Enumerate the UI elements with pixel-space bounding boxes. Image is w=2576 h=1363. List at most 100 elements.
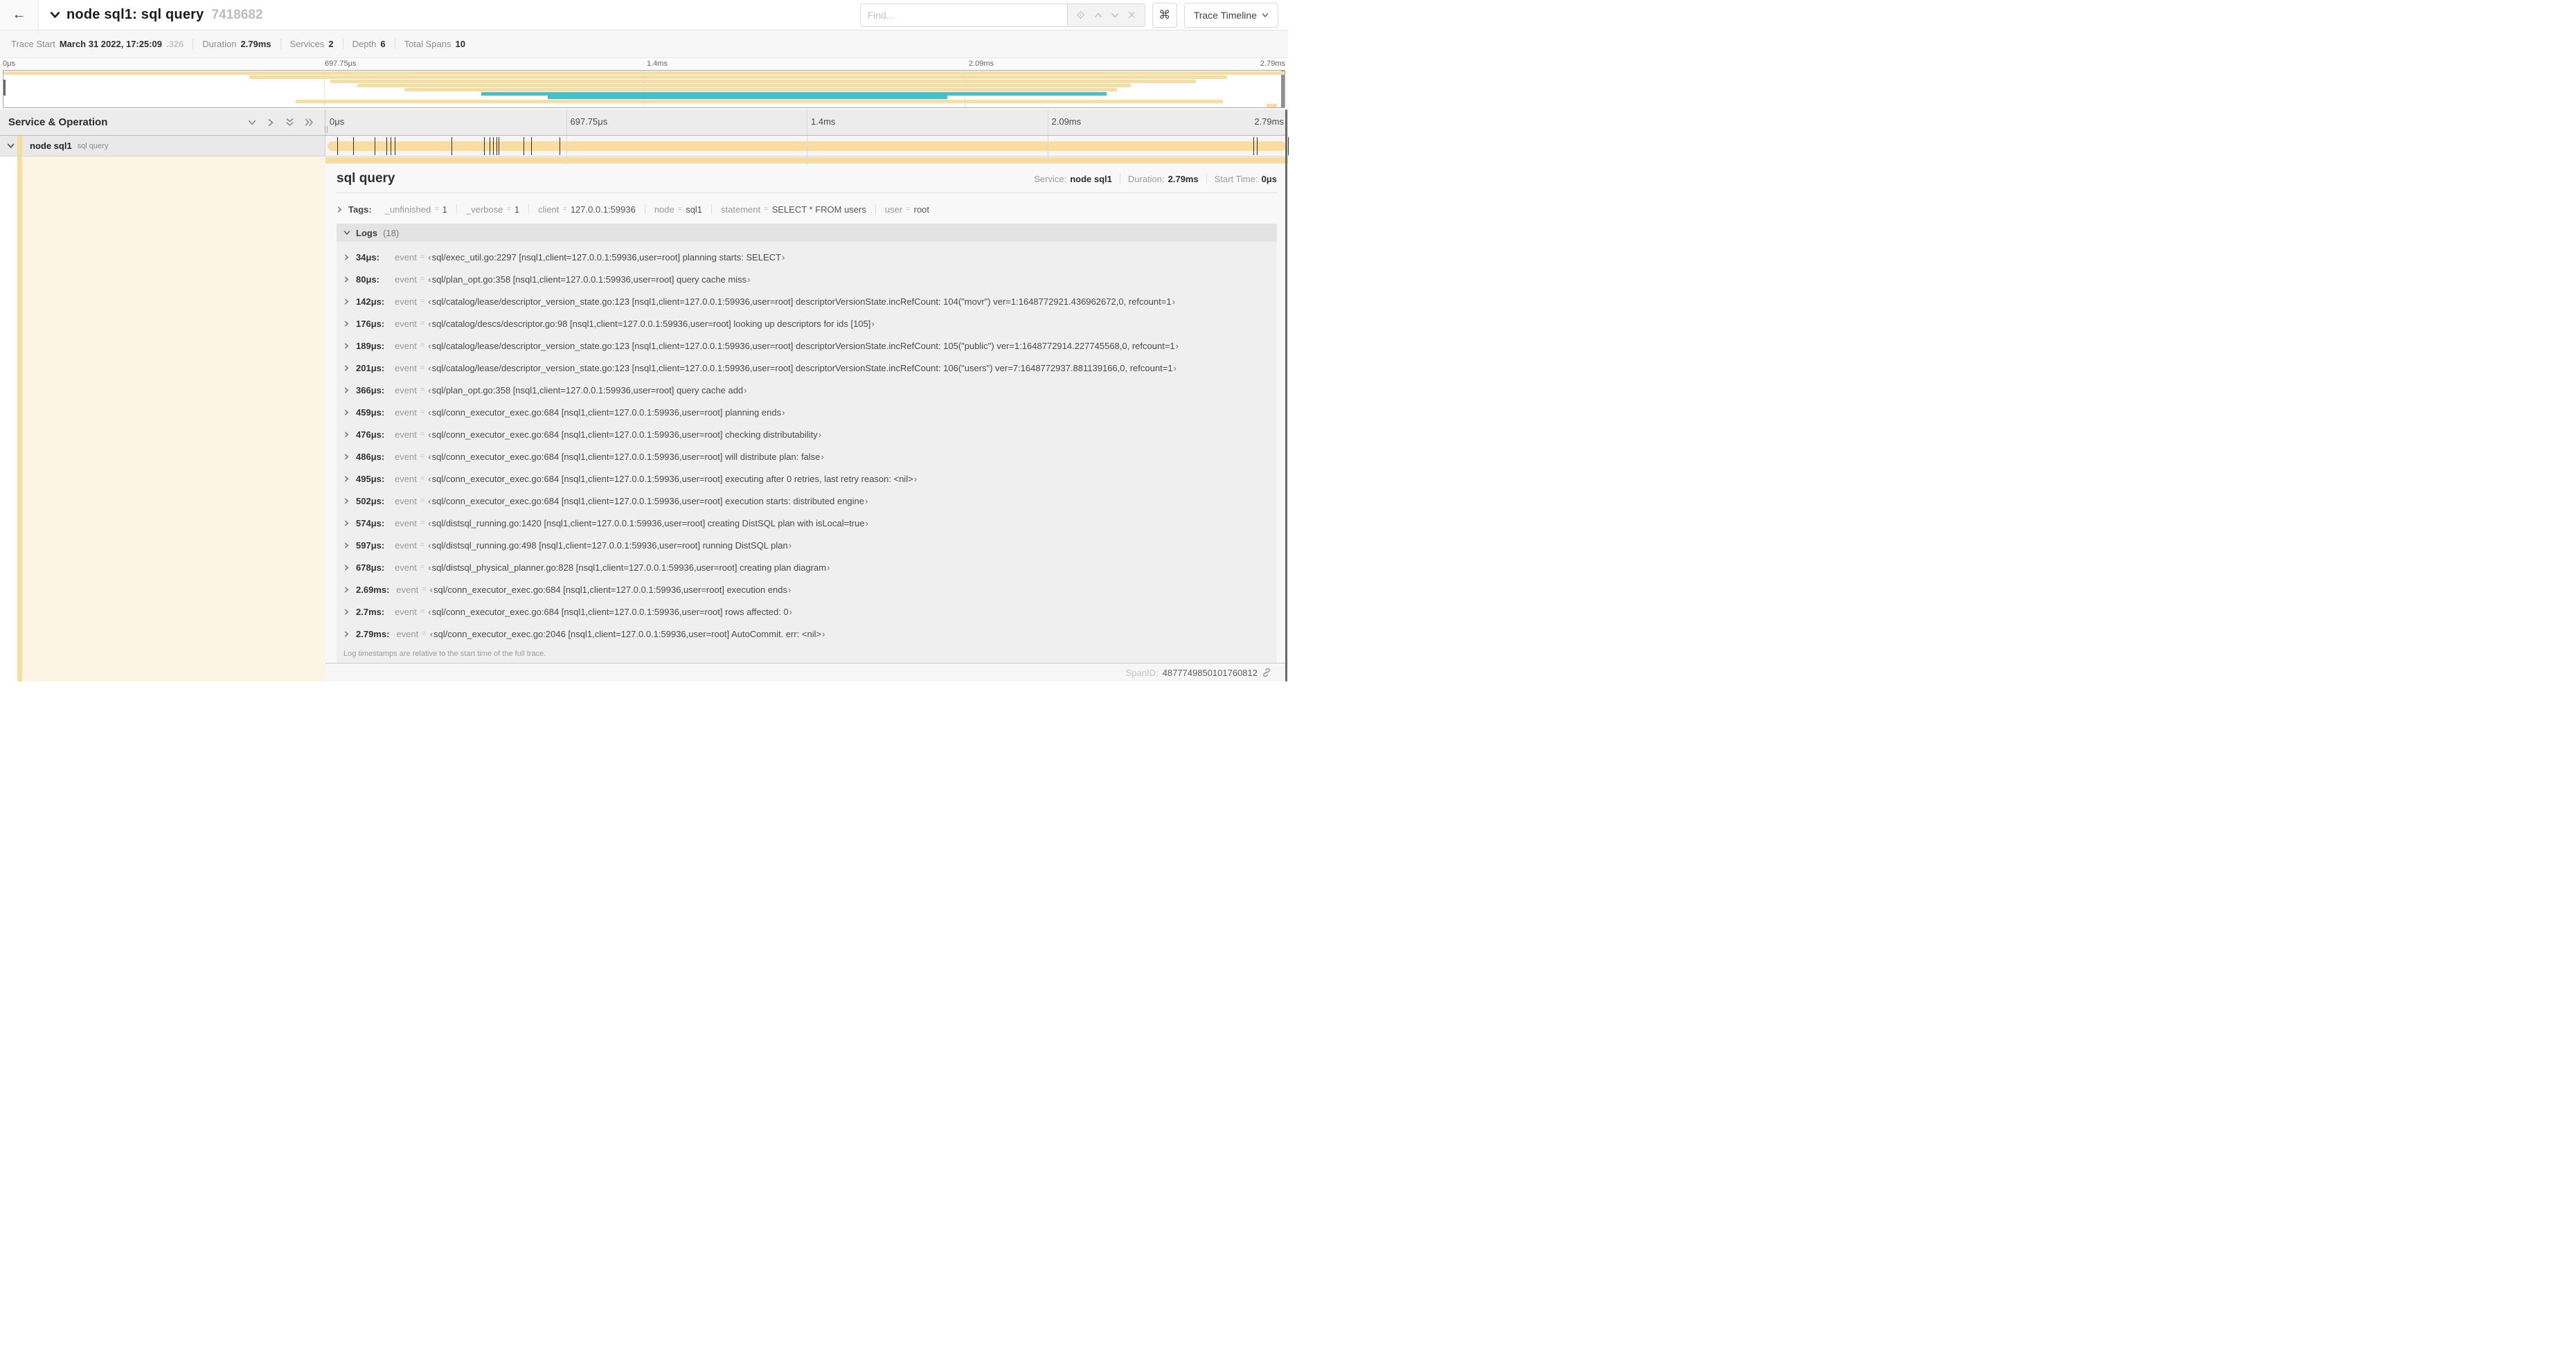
chevron-right-icon[interactable]: [343, 631, 350, 637]
logs-accordion-header[interactable]: Logs (18): [337, 224, 1277, 242]
log-row[interactable]: 189μs: event=sql/catalog/lease/descriptor…: [337, 335, 1277, 357]
double-chevron-down-icon[interactable]: [285, 118, 294, 127]
chevron-up-icon[interactable]: [1094, 11, 1102, 19]
equals-sign: =: [420, 253, 425, 261]
service-operation-label: Service & Operation: [8, 116, 108, 128]
chevron-right-icon[interactable]: [343, 587, 350, 593]
chevron-right-icon[interactable]: [343, 431, 350, 438]
log-row[interactable]: 201μs: event=sql/catalog/lease/descriptor…: [337, 357, 1277, 379]
tag-item[interactable]: node = sql1: [644, 204, 711, 215]
logs-list: 34μs:event=sql/exec_util.go:2297 [nsql1,…: [337, 242, 1277, 663]
timeline-minimap[interactable]: 0μs 697.75μs 1.4ms 2.09ms 2.79ms: [0, 58, 1288, 109]
equals-sign: =: [562, 205, 567, 213]
chevron-right-icon[interactable]: [343, 321, 350, 327]
equals-sign: =: [420, 364, 425, 372]
chevron-right-icon[interactable]: [343, 276, 350, 283]
log-timestamp: 459μs:: [356, 407, 385, 418]
chevron-right-icon[interactable]: [343, 476, 350, 482]
tag-item[interactable]: _verbose = 1: [456, 204, 528, 215]
span-row-name-cell[interactable]: node sql1 sql query: [0, 136, 325, 156]
log-row[interactable]: 34μs: event=sql/exec_util.go:2297 [nsql1,…: [337, 246, 1277, 268]
chevron-right-icon[interactable]: [267, 118, 275, 127]
log-timestamp: 495μs:: [356, 473, 385, 484]
log-row[interactable]: 142μs: event=sql/catalog/lease/descriptor…: [337, 290, 1277, 312]
log-row[interactable]: 366μs: event=sql/plan_opt.go:358 [nsql1,c…: [337, 379, 1277, 401]
log-row[interactable]: 80μs: event=sql/plan_opt.go:358 [nsql1,cl…: [337, 268, 1277, 290]
timeline-gridline: [566, 136, 567, 156]
chevron-right-icon[interactable]: [343, 387, 350, 393]
log-row[interactable]: 495μs: event=sql/conn_executor_exec.go:68…: [337, 467, 1277, 490]
chevron-down-icon[interactable]: [248, 118, 256, 127]
back-button[interactable]: ←: [0, 0, 39, 30]
log-field-name: event: [395, 407, 417, 418]
log-row[interactable]: 678μs: event=sql/distsql_physical_planner…: [337, 556, 1277, 578]
minimap-right-drag-handle[interactable]: [1281, 71, 1285, 107]
log-field-value: sql/catalog/lease/descriptor_version_sta…: [428, 363, 1177, 373]
equals-sign: =: [420, 607, 425, 616]
equals-sign: =: [422, 585, 427, 594]
minimap-span-bar: [295, 100, 1224, 104]
find-input[interactable]: [859, 3, 1068, 27]
axis-tick-label: 0μs: [330, 116, 345, 127]
log-field-value: sql/conn_executor_exec.go:684 [nsql1,cli…: [428, 496, 868, 506]
meta-label: Start Time:: [1214, 173, 1258, 184]
tags-accordion[interactable]: Tags: _unfinished = 1 _verbose = 1 client = 127.…: [337, 199, 1277, 220]
log-row[interactable]: 2.79ms: event=sql/conn_executor_exec.go:2…: [337, 623, 1277, 645]
log-row[interactable]: 597μs: event=sql/distsql_running.go:498 […: [337, 534, 1277, 556]
tag-item[interactable]: statement = SELECT * FROM users: [711, 204, 875, 215]
chevron-right-icon[interactable]: [343, 520, 350, 526]
log-event-tick: [531, 137, 533, 155]
chevron-right-icon[interactable]: [343, 299, 350, 305]
timeline-header-row: Service & Operation 0μs 697.75μs 1.4ms 2.09…: [0, 109, 1288, 136]
log-event-tick: [386, 137, 387, 155]
chevron-right-icon[interactable]: [343, 254, 350, 260]
chevron-right-icon[interactable]: [343, 454, 350, 460]
service-color-stripe: [17, 157, 22, 164]
chevron-down-icon[interactable]: [7, 142, 15, 150]
log-row[interactable]: 476μs: event=sql/conn_executor_exec.go:68…: [337, 423, 1277, 445]
chevron-right-icon[interactable]: [343, 409, 350, 416]
selected-span-bar-cell[interactable]: [325, 157, 1288, 164]
log-field-name: event: [395, 517, 417, 528]
log-field-value: sql/distsql_running.go:498 [nsql1,client…: [428, 540, 791, 551]
tag-key: _verbose: [465, 204, 503, 215]
minimap-left-drag-handle[interactable]: [3, 79, 6, 96]
log-row[interactable]: 574μs: event=sql/distsql_running.go:1420 …: [337, 512, 1277, 534]
chevron-down-icon[interactable]: [1111, 11, 1119, 19]
keyboard-shortcuts-button[interactable]: ⌘: [1152, 2, 1177, 28]
meta-item: Start Time: 0μs: [1215, 174, 1277, 184]
log-row[interactable]: 2.69ms: event=sql/conn_executor_exec.go:6…: [337, 578, 1277, 600]
link-icon[interactable]: [1262, 668, 1271, 677]
service-color-stripe: [17, 164, 22, 682]
vertical-scrollbar[interactable]: [1285, 109, 1287, 682]
chevron-right-icon[interactable]: [343, 564, 350, 571]
axis-tick-label: 1.4ms: [811, 116, 836, 127]
crosshair-icon[interactable]: [1076, 10, 1085, 19]
span-row-node-sql1[interactable]: node sql1 sql query: [0, 136, 1289, 157]
meta-label: Duration:: [1127, 173, 1165, 184]
stat-label: Depth: [352, 39, 377, 49]
trace-view-selector[interactable]: Trace Timeline: [1183, 2, 1278, 28]
log-row[interactable]: 176μs: event=sql/catalog/descs/descriptor…: [337, 312, 1277, 335]
chevron-right-icon[interactable]: [343, 365, 350, 371]
tag-item[interactable]: _unfinished = 1: [376, 204, 456, 215]
span-row-bar-cell[interactable]: [325, 136, 1289, 156]
close-icon[interactable]: [1128, 11, 1136, 19]
stat-label: Trace Start: [11, 39, 55, 49]
log-row[interactable]: 502μs: event=sql/conn_executor_exec.go:68…: [337, 490, 1277, 512]
log-field-value: sql/conn_executor_exec.go:684 [nsql1,cli…: [430, 585, 791, 595]
log-row[interactable]: 459μs: event=sql/conn_executor_exec.go:68…: [337, 401, 1277, 423]
chevron-right-icon[interactable]: [343, 498, 350, 504]
tag-item[interactable]: client = 127.0.0.1:59936: [528, 204, 645, 215]
double-chevron-right-icon[interactable]: [305, 118, 314, 127]
log-row[interactable]: 486μs: event=sql/conn_executor_exec.go:68…: [337, 445, 1277, 467]
tag-item[interactable]: user = root: [875, 204, 938, 215]
chevron-down-icon[interactable]: [50, 10, 60, 20]
log-field-name: event: [395, 451, 417, 462]
chevron-right-icon[interactable]: [343, 542, 350, 549]
log-field-name: event: [395, 296, 417, 307]
minimap-canvas[interactable]: [3, 70, 1285, 108]
chevron-right-icon[interactable]: [343, 609, 350, 615]
chevron-right-icon[interactable]: [343, 343, 350, 349]
log-row[interactable]: 2.7ms: event=sql/conn_executor_exec.go:68…: [337, 600, 1277, 623]
